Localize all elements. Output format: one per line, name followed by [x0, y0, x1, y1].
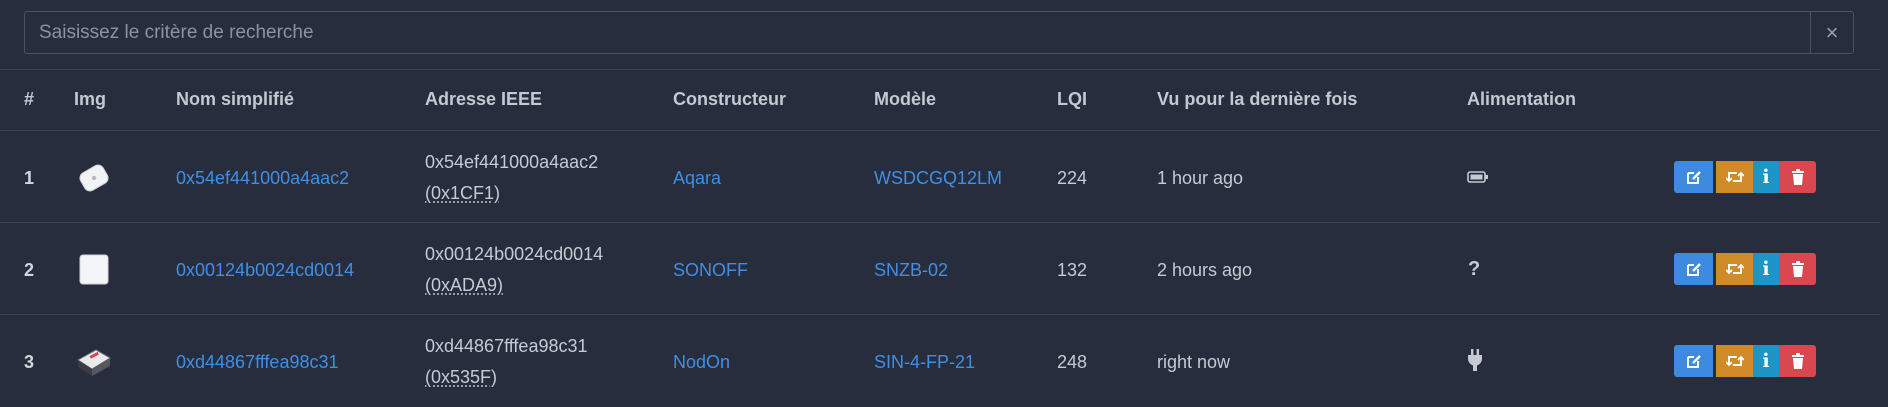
row-actions: i — [1674, 253, 1816, 285]
remove-device-button[interactable] — [1779, 253, 1816, 285]
clear-search-button[interactable]: × — [1810, 11, 1854, 54]
edit-icon — [1686, 169, 1702, 185]
retweet-icon — [1726, 262, 1744, 276]
ieee-address: 0x54ef441000a4aac2 — [425, 152, 598, 173]
trash-icon — [1791, 169, 1805, 185]
unknown-icon: ? — [1468, 258, 1480, 281]
row-actions: i — [1674, 345, 1816, 377]
search-bar: × — [24, 11, 1854, 54]
retweet-icon — [1726, 170, 1744, 184]
col-ieee-address[interactable]: Adresse IEEE — [425, 89, 542, 110]
plug-icon — [1467, 349, 1483, 371]
edit-icon — [1686, 261, 1702, 277]
manufacturer-link[interactable]: NodOn — [673, 352, 730, 373]
reconfigure-button[interactable] — [1716, 253, 1753, 285]
device-info-button[interactable]: i — [1753, 253, 1779, 285]
device-info-button[interactable]: i — [1753, 161, 1779, 193]
col-last-seen[interactable]: Vu pour la dernière fois — [1157, 89, 1357, 110]
table-row: 3 0xd44867fffea98c31 0xd44867fffea98c31 … — [0, 315, 1880, 407]
manufacturer-link[interactable]: Aqara — [673, 168, 721, 189]
rename-button[interactable] — [1674, 345, 1713, 377]
col-manufacturer[interactable]: Constructeur — [673, 89, 786, 110]
info-icon: i — [1762, 258, 1769, 280]
model-link[interactable]: WSDCGQ12LM — [874, 168, 1002, 189]
aqara-sensor-image[interactable] — [74, 158, 114, 198]
table-row: 1 0x54ef441000a4aac2 0x54ef441000a4aac2 … — [0, 131, 1880, 223]
trash-icon — [1791, 261, 1805, 277]
remove-device-button[interactable] — [1779, 345, 1816, 377]
edit-icon — [1686, 353, 1702, 369]
model-link[interactable]: SIN-4-FP-21 — [874, 352, 975, 373]
last-seen: 1 hour ago — [1157, 168, 1243, 189]
close-icon: × — [1826, 20, 1839, 46]
device-friendly-name-link[interactable]: 0x54ef441000a4aac2 — [176, 168, 349, 189]
device-info-button[interactable]: i — [1753, 345, 1779, 377]
row-index: 1 — [24, 168, 34, 189]
col-power[interactable]: Alimentation — [1467, 89, 1576, 110]
lqi-value: 248 — [1057, 352, 1087, 373]
remove-device-button[interactable] — [1779, 161, 1816, 193]
manufacturer-link[interactable]: SONOFF — [673, 260, 748, 281]
ieee-address: 0xd44867fffea98c31 — [425, 336, 588, 357]
retweet-icon — [1726, 354, 1744, 368]
reconfigure-button[interactable] — [1716, 161, 1753, 193]
sonoff-sensor-image[interactable] — [74, 250, 114, 290]
lqi-value: 224 — [1057, 168, 1087, 189]
search-input[interactable] — [24, 11, 1810, 54]
rename-button[interactable] — [1674, 253, 1713, 285]
ieee-address: 0x00124b0024cd0014 — [425, 244, 603, 265]
row-actions: i — [1674, 161, 1816, 193]
row-index: 3 — [24, 352, 34, 373]
row-index: 2 — [24, 260, 34, 281]
battery-icon — [1467, 170, 1489, 184]
lqi-value: 132 — [1057, 260, 1087, 281]
network-address: (0xADA9) — [425, 275, 503, 296]
trash-icon — [1791, 353, 1805, 369]
network-address: (0x535F) — [425, 367, 497, 388]
reconfigure-button[interactable] — [1716, 345, 1753, 377]
nodon-module-image[interactable] — [74, 342, 114, 382]
info-icon: i — [1762, 350, 1769, 372]
col-model[interactable]: Modèle — [874, 89, 936, 110]
col-lqi[interactable]: LQI — [1057, 89, 1087, 110]
divider — [0, 69, 1880, 70]
last-seen: right now — [1157, 352, 1230, 373]
device-friendly-name-link[interactable]: 0xd44867fffea98c31 — [176, 352, 339, 373]
table-row: 2 0x00124b0024cd0014 0x00124b0024cd0014 … — [0, 223, 1880, 315]
col-friendly-name[interactable]: Nom simplifié — [176, 89, 294, 110]
col-index[interactable]: # — [24, 89, 34, 110]
network-address: (0x1CF1) — [425, 183, 500, 204]
model-link[interactable]: SNZB-02 — [874, 260, 948, 281]
info-icon: i — [1762, 166, 1769, 188]
device-friendly-name-link[interactable]: 0x00124b0024cd0014 — [176, 260, 354, 281]
last-seen: 2 hours ago — [1157, 260, 1252, 281]
col-image[interactable]: Img — [74, 89, 106, 110]
rename-button[interactable] — [1674, 161, 1713, 193]
